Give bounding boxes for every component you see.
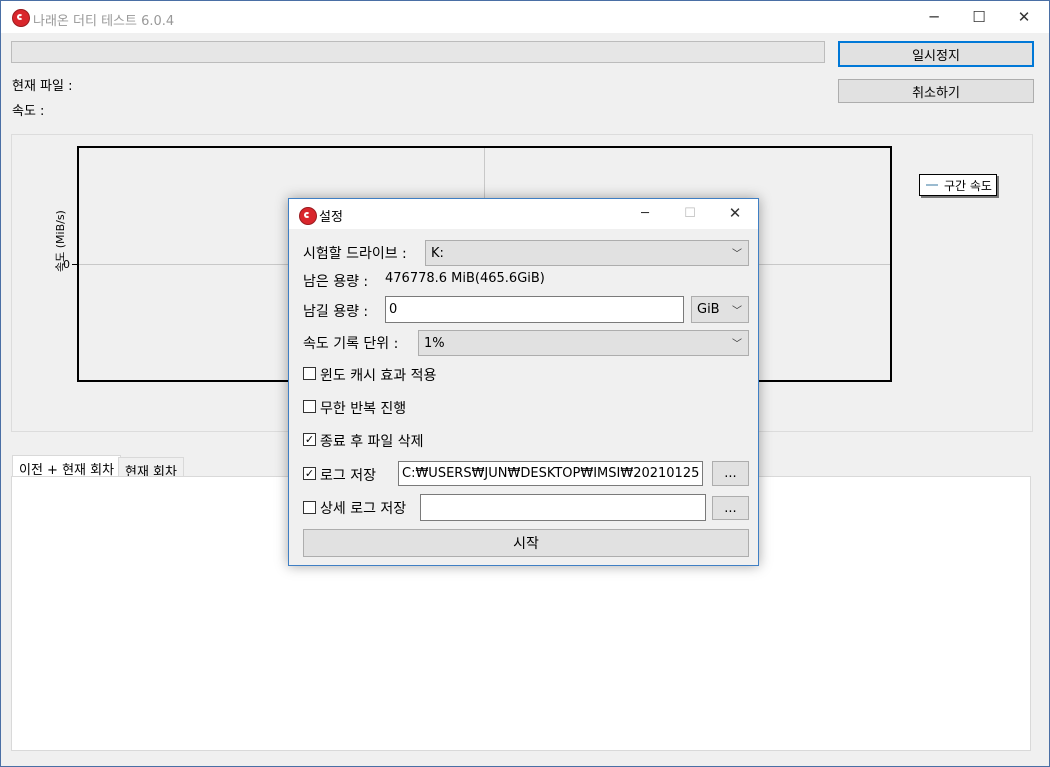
tab-current[interactable]: 현재 회차 [118, 457, 184, 480]
current-file-label: 현재 파일 : [12, 79, 73, 94]
log-label: 로그 저장 [320, 468, 376, 484]
log-checkbox[interactable]: ✓ [303, 467, 316, 480]
drive-select[interactable]: K: ﹀ [425, 240, 749, 266]
minimize-button[interactable]: ─ [911, 1, 957, 33]
dialog-close-button[interactable]: ✕ [712, 198, 758, 228]
dialog-title-bar: 설정 ─ ☐ ✕ [289, 199, 758, 229]
y-tick-mark [72, 264, 78, 265]
y-axis-label: 속도 (MiB/s) [54, 210, 67, 272]
title-bar: 나래온 더티 테스트 6.0.4 ─ ☐ ✕ [1, 1, 1049, 33]
cache-label: 윈도 캐시 효과 적용 [320, 368, 437, 384]
record-unit-select[interactable]: 1% ﹀ [418, 330, 749, 356]
dialog-title: 설정 [319, 210, 343, 225]
chart-legend: 구간 속도 [919, 174, 997, 196]
remaining-value: 476778.6 MiB(465.6GiB) [385, 271, 545, 286]
close-button[interactable]: ✕ [1001, 1, 1047, 33]
log-browse-button[interactable]: ... [712, 461, 749, 486]
dialog-maximize-button[interactable]: ☐ [667, 198, 713, 228]
cache-checkbox[interactable] [303, 367, 316, 380]
log-path-input[interactable]: C:₩USERS₩JUN₩DESKTOP₩IMSI₩20210125 P [398, 461, 703, 486]
progress-bar [11, 41, 825, 63]
delete-label: 종료 후 파일 삭제 [320, 434, 424, 450]
leave-amount-input[interactable]: 0 [385, 296, 684, 323]
loop-label: 무한 반복 진행 [320, 401, 407, 417]
record-unit-value: 1% [424, 335, 445, 351]
legend-line-icon [926, 184, 938, 186]
drive-label: 시험할 드라이브 : [303, 246, 407, 262]
chevron-down-icon: ﹀ [732, 338, 742, 350]
start-button[interactable]: 시작 [303, 529, 749, 557]
unit-value: GiB [697, 302, 720, 317]
chevron-down-icon: ﹀ [732, 248, 742, 260]
detail-log-path-input[interactable] [420, 494, 706, 521]
detail-log-browse-button[interactable]: ... [712, 496, 749, 520]
leave-label: 남길 용량 : [303, 304, 369, 320]
detail-log-label: 상세 로그 저장 [320, 501, 407, 517]
pause-button[interactable]: 일시정지 [838, 41, 1034, 67]
record-unit-label: 속도 기록 단위 : [303, 336, 399, 352]
app-logo-icon [12, 9, 30, 27]
window-title: 나래온 더티 테스트 6.0.4 [33, 14, 175, 29]
settings-dialog: 설정 ─ ☐ ✕ 시험할 드라이브 : K: ﹀ 남은 용량 : 476778.… [288, 198, 759, 566]
chevron-down-icon: ﹀ [732, 305, 742, 317]
maximize-button[interactable]: ☐ [956, 1, 1002, 33]
delete-checkbox[interactable]: ✓ [303, 433, 316, 446]
cancel-button[interactable]: 취소하기 [838, 79, 1034, 103]
tab-previous-current[interactable]: 이전 + 현재 회차 [12, 455, 122, 478]
loop-checkbox[interactable] [303, 400, 316, 413]
detail-log-checkbox[interactable] [303, 501, 316, 514]
unit-select[interactable]: GiB ﹀ [691, 296, 749, 323]
drive-value: K: [431, 245, 444, 261]
remaining-label: 남은 용량 : [303, 274, 369, 290]
dialog-minimize-button[interactable]: ─ [622, 198, 668, 228]
dialog-logo-icon [299, 207, 317, 225]
speed-label: 속도 : [12, 104, 45, 119]
legend-label: 구간 속도 [944, 178, 992, 193]
